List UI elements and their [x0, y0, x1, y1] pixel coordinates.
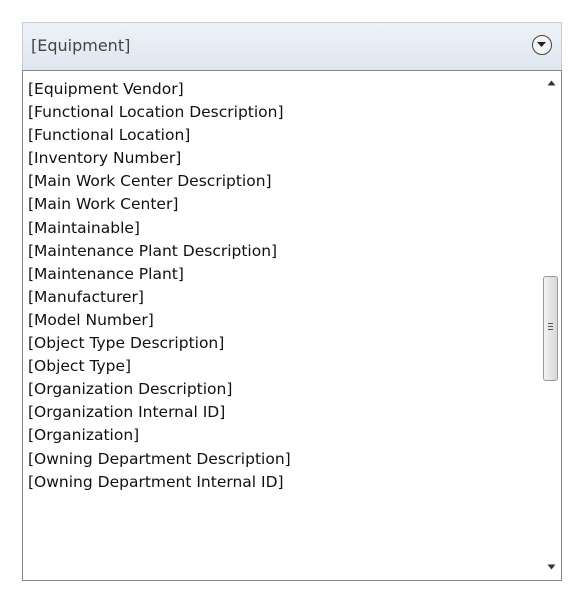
- list-item[interactable]: [Functional Location Description]: [28, 101, 539, 124]
- list-item[interactable]: [Inventory Number]: [28, 147, 539, 170]
- scroll-down-button[interactable]: [543, 559, 560, 576]
- list-item[interactable]: [Organization Internal ID]: [28, 401, 539, 424]
- scroll-up-button[interactable]: [543, 75, 560, 92]
- field-list: [Equipment Vendor] [Functional Location D…: [28, 78, 539, 494]
- list-item[interactable]: [Organization]: [28, 424, 539, 447]
- list-item[interactable]: [Object Type Description]: [28, 332, 539, 355]
- arrow-down-icon: [547, 564, 556, 570]
- list-item[interactable]: [Owning Department Internal ID]: [28, 471, 539, 494]
- list-item[interactable]: [Object Type]: [28, 355, 539, 378]
- list-item[interactable]: [Model Number]: [28, 309, 539, 332]
- list-item[interactable]: [Manufacturer]: [28, 286, 539, 309]
- list-item[interactable]: [Main Work Center Description]: [28, 170, 539, 193]
- list-item[interactable]: [Main Work Center]: [28, 193, 539, 216]
- list-item[interactable]: [Functional Location]: [28, 124, 539, 147]
- list-item[interactable]: [Maintainable]: [28, 217, 539, 240]
- chevron-down-circle-icon[interactable]: [532, 35, 552, 55]
- list-item[interactable]: [Owning Department Description]: [28, 448, 539, 471]
- field-listbox[interactable]: [Equipment Vendor] [Functional Location D…: [22, 70, 562, 581]
- dropdown-selected-value: [Equipment]: [31, 36, 131, 55]
- grip-icon: [548, 323, 553, 330]
- vertical-scrollbar[interactable]: [542, 71, 561, 580]
- scroll-thumb[interactable]: [543, 276, 558, 381]
- arrow-up-icon: [547, 80, 556, 86]
- list-item[interactable]: [Equipment Vendor]: [28, 78, 539, 101]
- list-item[interactable]: [Organization Description]: [28, 378, 539, 401]
- list-item[interactable]: [Maintenance Plant]: [28, 263, 539, 286]
- list-item[interactable]: [Maintenance Plant Description]: [28, 240, 539, 263]
- field-dropdown[interactable]: [Equipment]: [22, 22, 562, 70]
